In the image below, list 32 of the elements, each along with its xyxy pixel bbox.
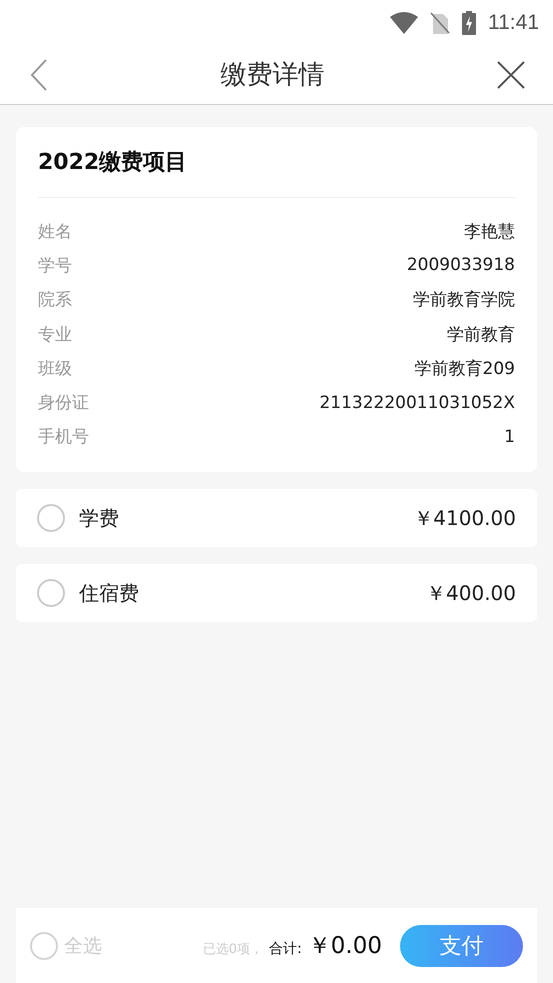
field-label: 班级 bbox=[38, 358, 72, 380]
field-label: 学号 bbox=[38, 254, 72, 277]
field-value: 学前教育学院 bbox=[413, 289, 515, 312]
fee-amount: ￥400.00 bbox=[426, 580, 516, 607]
radio-button[interactable] bbox=[37, 504, 65, 532]
field-value: 学前教育209 bbox=[414, 358, 515, 380]
field-value: 21132220011031052X bbox=[319, 392, 515, 413]
no-sim-icon bbox=[430, 12, 450, 34]
radio-button[interactable] bbox=[37, 579, 65, 608]
total-label: 合计: bbox=[269, 940, 302, 958]
fee-name: 住宿费 bbox=[79, 580, 140, 607]
field-value: 1 bbox=[504, 426, 515, 447]
field-label: 姓名 bbox=[38, 220, 72, 243]
card-title: 2022缴费项目 bbox=[38, 147, 515, 198]
field-value: 学前教育 bbox=[447, 324, 515, 346]
back-icon[interactable] bbox=[30, 58, 48, 90]
fee-name: 学费 bbox=[79, 504, 120, 532]
field-label: 身份证 bbox=[38, 392, 89, 414]
field-label: 院系 bbox=[38, 289, 72, 312]
field-value: 2009033918 bbox=[406, 255, 515, 276]
field-value: 李艳慧 bbox=[464, 220, 515, 243]
page-title: 缴费详情 bbox=[220, 59, 326, 92]
total-amount: ￥0.00 bbox=[308, 932, 382, 961]
battery-charging-icon bbox=[462, 10, 476, 34]
radio-button[interactable] bbox=[30, 932, 58, 960]
close-icon[interactable] bbox=[497, 60, 525, 88]
pay-button[interactable]: 支付 bbox=[400, 924, 523, 966]
fee-amount: ￥4100.00 bbox=[413, 504, 516, 532]
field-label: 专业 bbox=[38, 324, 72, 346]
wifi-icon bbox=[390, 12, 418, 34]
clock-time: 11:41 bbox=[488, 10, 539, 34]
field-label: 手机号 bbox=[38, 426, 89, 448]
